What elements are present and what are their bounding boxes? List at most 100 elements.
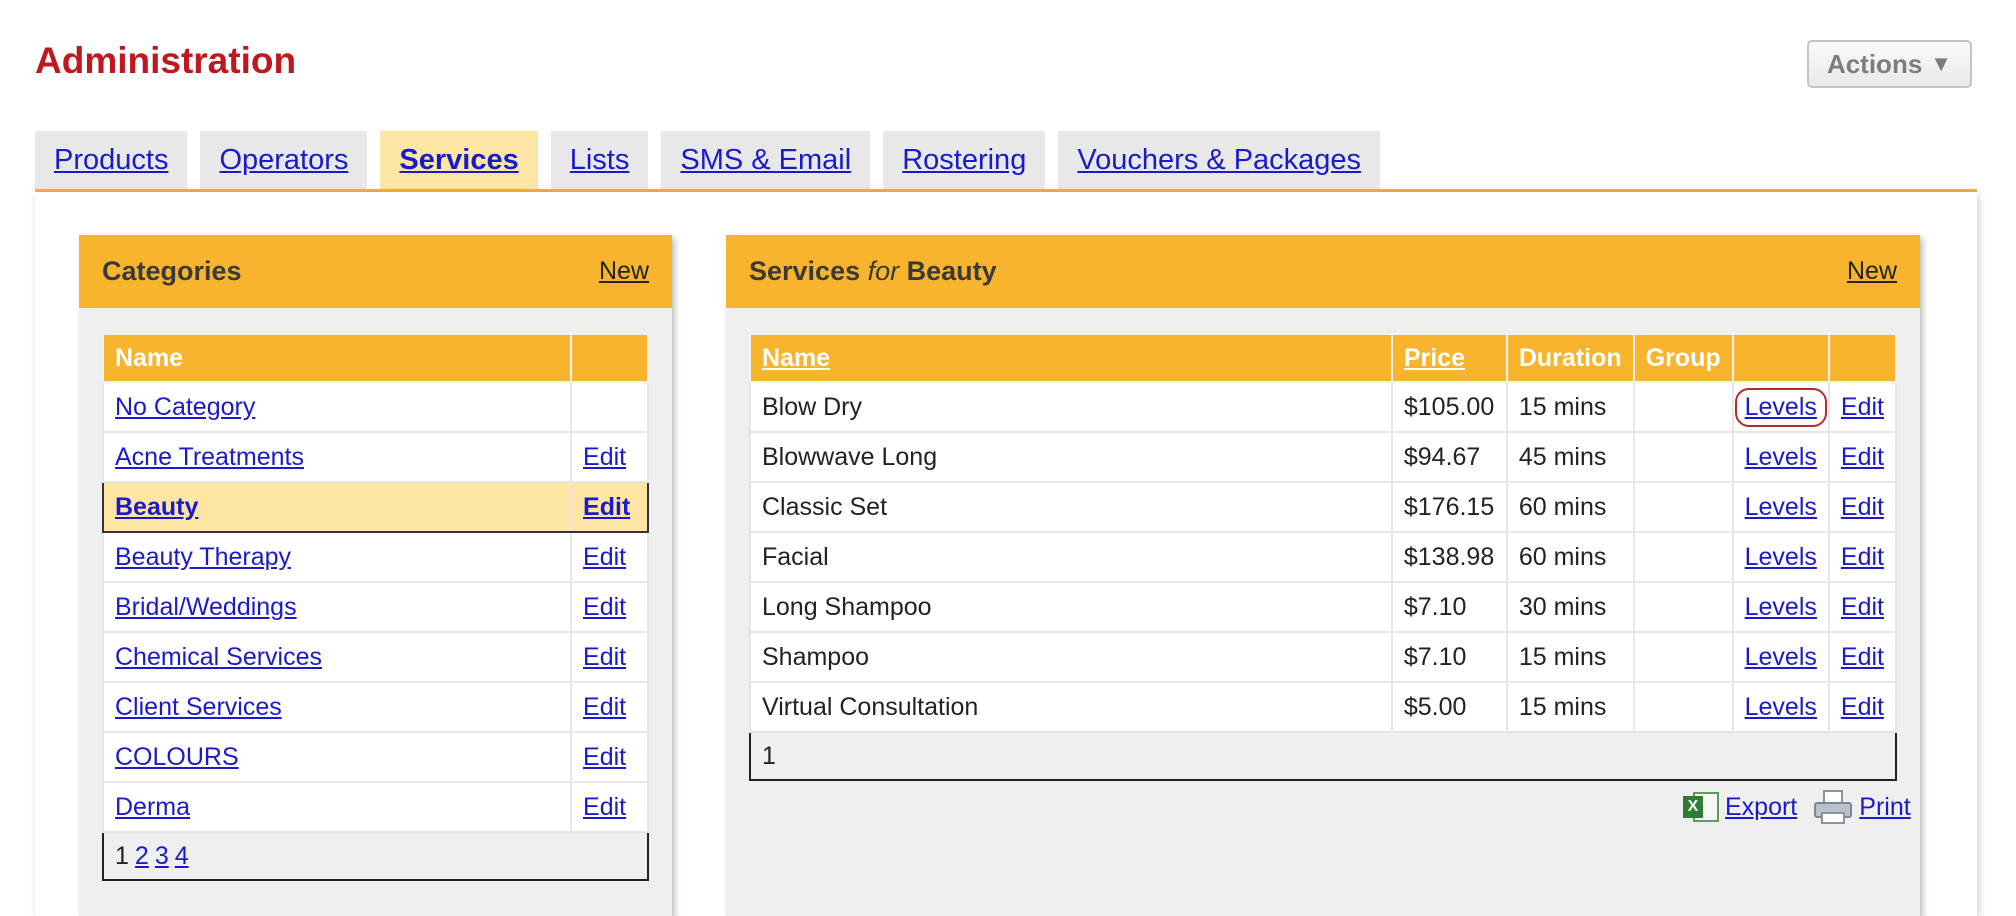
column-header-name: Name	[101, 333, 573, 383]
table-row: Blow Dry $105.00 15 mins Levels Edit	[749, 381, 1898, 433]
edit-link[interactable]: Edit	[1841, 693, 1884, 721]
export-action[interactable]: X Export	[1683, 790, 1797, 824]
service-price: $7.10	[1390, 631, 1508, 683]
levels-link[interactable]: Levels	[1734, 387, 1827, 427]
column-header-price[interactable]: Price	[1390, 333, 1508, 383]
table-row: Classic Set $176.15 60 mins Levels Edit	[749, 481, 1898, 533]
page-link[interactable]: 4	[175, 842, 189, 870]
category-link[interactable]: Derma	[115, 793, 190, 821]
service-duration: 60 mins	[1505, 481, 1635, 533]
levels-link[interactable]: Levels	[1745, 493, 1817, 521]
print-action[interactable]: Print	[1813, 790, 1911, 824]
table-row: Client Services Edit	[101, 681, 649, 733]
table-row: Acne Treatments Edit	[101, 431, 649, 483]
service-duration: 30 mins	[1505, 581, 1635, 633]
service-name: Blowwave Long	[749, 431, 1393, 483]
levels-link[interactable]: Levels	[1745, 443, 1817, 471]
edit-link[interactable]: Edit	[1841, 593, 1884, 621]
service-duration: 15 mins	[1505, 631, 1635, 683]
categories-header: Categories New	[79, 235, 672, 308]
service-price: $105.00	[1390, 381, 1508, 433]
edit-link[interactable]: Edit	[1841, 493, 1884, 521]
category-link[interactable]: Beauty	[115, 493, 198, 521]
tab-products[interactable]: Products	[35, 131, 188, 190]
services-header: Services for Beauty New	[726, 235, 1920, 308]
service-price: $138.98	[1390, 531, 1508, 583]
levels-link[interactable]: Levels	[1745, 643, 1817, 671]
service-name: Classic Set	[749, 481, 1393, 533]
edit-link[interactable]: Edit	[1841, 643, 1884, 671]
table-row: Bridal/Weddings Edit	[101, 581, 649, 633]
category-link[interactable]: COLOURS	[115, 743, 239, 771]
print-link[interactable]: Print	[1859, 793, 1910, 822]
service-group	[1632, 581, 1734, 633]
service-group	[1632, 631, 1734, 683]
category-link[interactable]: Beauty Therapy	[115, 543, 291, 571]
category-link[interactable]: No Category	[115, 393, 255, 421]
categories-title: Categories	[102, 256, 242, 286]
service-group	[1632, 531, 1734, 583]
table-row: Beauty Therapy Edit	[101, 531, 649, 583]
edit-link[interactable]: Edit	[583, 493, 630, 521]
table-row: Shampoo $7.10 15 mins Levels Edit	[749, 631, 1898, 683]
edit-link[interactable]: Edit	[583, 643, 626, 671]
category-link[interactable]: Chemical Services	[115, 643, 322, 671]
edit-link[interactable]: Edit	[1841, 443, 1884, 471]
edit-link[interactable]: Edit	[1841, 543, 1884, 571]
tab-services[interactable]: Services	[380, 131, 538, 190]
edit-link[interactable]: Edit	[1841, 393, 1884, 421]
pagination-row: 1234	[102, 831, 649, 881]
table-row: Long Shampoo $7.10 30 mins Levels Edit	[749, 581, 1898, 633]
service-name: Shampoo	[749, 631, 1393, 683]
levels-link[interactable]: Levels	[1745, 543, 1817, 571]
actions-button[interactable]: Actions ▼	[1807, 40, 1972, 88]
page-link[interactable]: 3	[155, 842, 169, 870]
service-duration: 15 mins	[1505, 681, 1635, 733]
tab-vouchers-packages[interactable]: Vouchers & Packages	[1058, 131, 1381, 190]
export-link[interactable]: Export	[1725, 793, 1797, 822]
service-name: Blow Dry	[749, 381, 1393, 433]
column-header-name[interactable]: Name	[749, 333, 1393, 383]
new-service-link[interactable]: New	[1847, 257, 1897, 286]
edit-link[interactable]: Edit	[583, 793, 626, 821]
service-price: $94.67	[1390, 431, 1508, 483]
service-duration: 60 mins	[1505, 531, 1635, 583]
category-link[interactable]: Client Services	[115, 693, 282, 721]
edit-link[interactable]: Edit	[583, 443, 626, 471]
column-header-group: Group	[1632, 333, 1734, 383]
service-name: Facial	[749, 531, 1393, 583]
excel-icon: X	[1683, 790, 1719, 824]
tab-sms-email[interactable]: SMS & Email	[661, 131, 871, 190]
service-group	[1632, 381, 1734, 433]
table-row: Facial $138.98 60 mins Levels Edit	[749, 531, 1898, 583]
edit-link[interactable]: Edit	[583, 693, 626, 721]
printer-icon	[1813, 790, 1853, 824]
pagination-row: 1	[749, 731, 1897, 781]
page-title: Administration	[35, 40, 297, 81]
tab-operators[interactable]: Operators	[200, 131, 368, 190]
table-row: Blowwave Long $94.67 45 mins Levels Edit	[749, 431, 1898, 483]
edit-link[interactable]: Edit	[583, 593, 626, 621]
edit-link[interactable]: Edit	[583, 743, 626, 771]
page-current: 1	[115, 841, 129, 870]
service-name: Virtual Consultation	[749, 681, 1393, 733]
category-link[interactable]: Bridal/Weddings	[115, 593, 297, 621]
service-group	[1632, 481, 1734, 533]
column-header-duration: Duration	[1505, 333, 1635, 383]
edit-link[interactable]: Edit	[583, 543, 626, 571]
page-current: 1	[762, 741, 776, 770]
admin-tabs: Products Operators Services Lists SMS & …	[35, 131, 1393, 190]
table-header-row: Name Price Duration Group	[749, 333, 1898, 383]
triangle-down-icon: ▼	[1930, 51, 1953, 76]
service-duration: 45 mins	[1505, 431, 1635, 483]
levels-link[interactable]: Levels	[1745, 593, 1817, 621]
tab-rostering[interactable]: Rostering	[883, 131, 1046, 190]
column-header-actions	[570, 333, 649, 383]
category-link[interactable]: Acne Treatments	[115, 443, 304, 471]
categories-table: Name No Category Acne Treatments Edit Be…	[101, 333, 649, 881]
new-category-link[interactable]: New	[599, 257, 649, 286]
tab-lists[interactable]: Lists	[550, 131, 649, 190]
page-link[interactable]: 2	[135, 842, 149, 870]
levels-link[interactable]: Levels	[1745, 693, 1817, 721]
table-header-row: Name	[101, 333, 649, 383]
